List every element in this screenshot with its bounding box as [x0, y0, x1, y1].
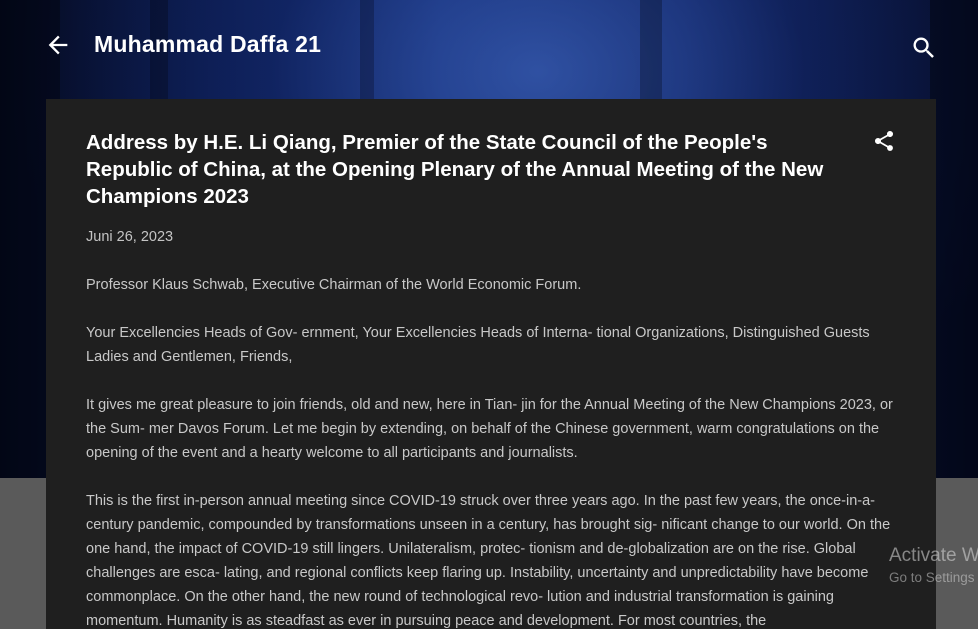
- windows-activation-watermark: Activate Windows Go to Settings to activ…: [889, 544, 978, 588]
- post-paragraph: Your Excellencies Heads of Gov- ernment,…: [86, 325, 870, 365]
- post-paragraph: It gives me great pleasure to join frien…: [86, 397, 893, 461]
- blog-title[interactable]: Muhammad Daffa 21: [94, 31, 321, 58]
- post-date: Juni 26, 2023: [86, 229, 174, 245]
- post-title: Address by H.E. Li Qiang, Premier of the…: [86, 131, 824, 208]
- search-icon: [913, 37, 934, 58]
- back-button[interactable]: [44, 31, 72, 59]
- post-paragraph: Professor Klaus Schwab, Executive Chairm…: [86, 277, 582, 293]
- arrow-back-icon: [48, 35, 68, 55]
- share-button[interactable]: [872, 129, 896, 153]
- top-bar: Muhammad Daffa 21: [0, 0, 978, 90]
- watermark-subtitle: Go to Settings to activate Windows.: [889, 570, 978, 585]
- post-card: Address by H.E. Li Qiang, Premier of the…: [46, 99, 936, 629]
- post-body: Professor Klaus Schwab, Executive Chairm…: [86, 273, 898, 629]
- post-paragraph: This is the first in-person annual meeti…: [86, 493, 891, 629]
- search-button[interactable]: [910, 34, 938, 62]
- watermark-title: Activate Windows: [889, 545, 978, 566]
- share-icon: [875, 130, 894, 151]
